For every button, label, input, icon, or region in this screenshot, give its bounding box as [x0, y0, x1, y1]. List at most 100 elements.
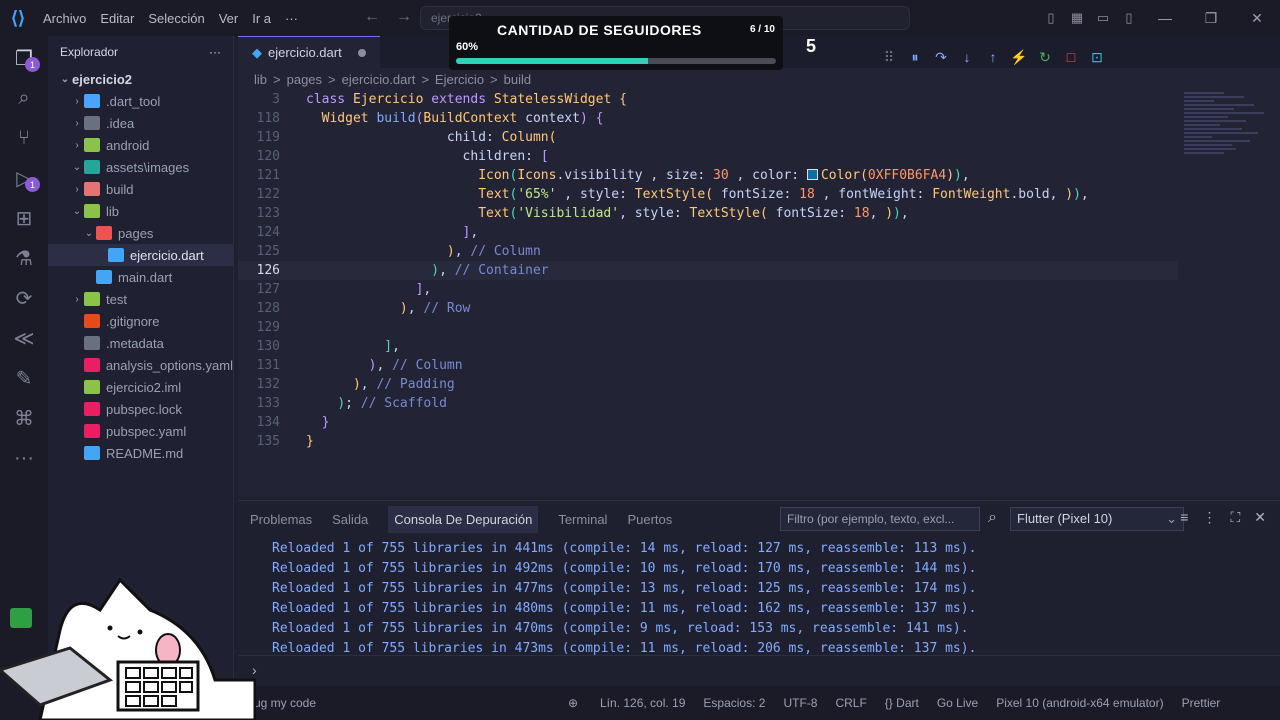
close-window-icon[interactable]: ✕ [1234, 10, 1280, 27]
code-line[interactable]: 3 class Ejercicio extends StatelessWidget… [238, 90, 1178, 109]
back-arrow-icon[interactable]: ← [364, 8, 380, 26]
tree-item[interactable]: .gitignore [48, 310, 233, 332]
wrap-icon[interactable]: ≡ [1180, 509, 1188, 526]
maximize-icon[interactable]: ⛶ [1230, 509, 1240, 526]
workspace-root[interactable]: ⌄ ejercicio2 [48, 68, 233, 90]
breadcrumb-item[interactable]: pages [287, 72, 322, 87]
code-line[interactable]: 127 ], [238, 280, 1178, 299]
code-line[interactable]: 126 ), // Container [238, 261, 1178, 280]
tree-item[interactable]: ejercicio.dart [48, 244, 233, 266]
tree-item[interactable]: › build [48, 178, 233, 200]
code-line[interactable]: 131 ), // Column [238, 356, 1178, 375]
code-line[interactable]: 123 Text('Visibilidad', style: TextStyle… [238, 204, 1178, 223]
step-into-icon[interactable]: ↓ [956, 49, 978, 65]
menu-item[interactable]: Selección [141, 11, 211, 26]
breadcrumb-item[interactable]: Ejercicio [435, 72, 484, 87]
panel-tab[interactable]: Problemas [250, 512, 312, 527]
flutter-icon[interactable]: ≪ [0, 318, 48, 358]
minimize-icon[interactable]: — [1142, 10, 1188, 26]
code-line[interactable]: 128 ), // Row [238, 299, 1178, 318]
breadcrumb-item[interactable]: ejercicio.dart [342, 72, 416, 87]
menu-item[interactable]: Ir a [245, 11, 278, 26]
status-item[interactable]: Go Live [937, 696, 978, 710]
restore-icon[interactable]: ❐ [1188, 10, 1234, 27]
code-view[interactable]: 3 class Ejercicio extends StatelessWidget… [238, 90, 1178, 451]
breadcrumb-item[interactable]: build [504, 72, 531, 87]
extensions-icon[interactable]: ⊞ [0, 198, 48, 238]
minimap[interactable] [1184, 90, 1280, 290]
step-over-icon[interactable]: ↷ [930, 49, 952, 66]
status-item[interactable]: CRLF [835, 696, 866, 710]
menu-item[interactable]: Ver [212, 11, 246, 26]
filter-input[interactable]: Filtro (por ejemplo, texto, excl... [780, 507, 980, 531]
breadcrumb-item[interactable]: lib [254, 72, 267, 87]
code-line[interactable]: 122 Text('65%' , style: TextStyle( fontS… [238, 185, 1178, 204]
layout-icon[interactable]: ▦ [1064, 10, 1090, 26]
code-line[interactable]: 135} [238, 432, 1178, 451]
more-icon[interactable]: ··· [0, 438, 48, 478]
pause-icon[interactable]: ⏸ [904, 49, 926, 66]
restart-icon[interactable]: ↻ [1034, 49, 1056, 66]
tree-item[interactable]: pubspec.lock [48, 398, 233, 420]
panel-tab[interactable]: Consola De Depuración [388, 505, 539, 533]
status-item[interactable]: Espacios: 2 [703, 696, 765, 710]
tree-item[interactable]: › .idea [48, 112, 233, 134]
tab-ejercicio-dart[interactable]: ◆ ejercicio.dart [238, 36, 380, 68]
status-item[interactable]: Lín. 126, col. 19 [600, 696, 685, 710]
tree-item[interactable]: analysis_options.yaml [48, 354, 233, 376]
status-item[interactable]: Pixel 10 (android-x64 emulator) [996, 696, 1163, 710]
unsaved-dot-icon[interactable] [357, 48, 366, 57]
forward-arrow-icon[interactable]: → [396, 8, 412, 26]
menu-item[interactable]: ··· [278, 11, 305, 26]
code-line[interactable]: 124 ], [238, 223, 1178, 242]
testing-icon[interactable]: ⚗ [0, 238, 48, 278]
status-item[interactable]: {} Dart [885, 696, 919, 710]
hot-reload-icon[interactable]: ⚡ [1008, 49, 1030, 66]
menu-item[interactable]: Archivo [36, 11, 93, 26]
tree-item[interactable]: .metadata [48, 332, 233, 354]
tree-item[interactable]: › android [48, 134, 233, 156]
code-line[interactable]: 134 } [238, 413, 1178, 432]
explorer-icon[interactable]: ❐ 1 [0, 38, 48, 78]
edit-icon[interactable]: ✎ [0, 358, 48, 398]
tree-item[interactable]: ⌄ assets\images [48, 156, 233, 178]
scan-icon[interactable]: ⌘ [0, 398, 48, 438]
panel-tab[interactable]: Puertos [627, 512, 672, 527]
code-line[interactable]: 121 Icon(Icons.visibility , size: 30 , c… [238, 166, 1178, 185]
code-line[interactable]: 133 ); // Scaffold [238, 394, 1178, 413]
tree-item[interactable]: ⌄ lib [48, 200, 233, 222]
code-line[interactable]: 119 child: Column( [238, 128, 1178, 147]
code-line[interactable]: 118 Widget build(BuildContext context) { [238, 109, 1178, 128]
remote-icon[interactable]: ⟳ [0, 278, 48, 318]
drag-handle-icon[interactable]: ⠿ [878, 49, 900, 66]
close-panel-icon[interactable]: ✕ [1254, 509, 1266, 526]
source-control-icon[interactable]: ⑂ [0, 118, 48, 158]
explorer-more-icon[interactable]: ··· [209, 45, 221, 59]
toggle-sidebar-icon[interactable]: ▯ [1038, 10, 1064, 26]
devtools-icon[interactable]: ⊡ [1086, 49, 1108, 66]
tree-item[interactable]: main.dart [48, 266, 233, 288]
search-icon[interactable]: ⌕ [0, 78, 48, 118]
stop-icon[interactable]: □ [1060, 49, 1082, 65]
tree-item[interactable]: ejercicio2.iml [48, 376, 233, 398]
status-item[interactable]: UTF-8 [783, 696, 817, 710]
tree-item[interactable]: README.md [48, 442, 233, 464]
panel-tab[interactable]: Salida [332, 512, 368, 527]
run-debug-icon[interactable]: ▷ 1 [0, 158, 48, 198]
code-line[interactable]: 120 children: [ [238, 147, 1178, 166]
toggle-secondary-sidebar-icon[interactable]: ▯ [1116, 10, 1142, 26]
debug-console-input[interactable]: › [238, 655, 1280, 687]
code-line[interactable]: 130 ], [238, 337, 1178, 356]
code-line[interactable]: 129 [238, 318, 1178, 337]
tree-item[interactable]: ⌄ pages [48, 222, 233, 244]
code-line[interactable]: 132 ), // Padding [238, 375, 1178, 394]
device-select[interactable]: Flutter (Pixel 10) ⌄ [1010, 507, 1184, 531]
code-line[interactable]: 125 ), // Column [238, 242, 1178, 261]
menu-item[interactable]: Editar [93, 11, 141, 26]
panel-tab[interactable]: Terminal [558, 512, 607, 527]
tree-item[interactable]: pubspec.yaml [48, 420, 233, 442]
toggle-panel-icon[interactable]: ▭ [1090, 10, 1116, 26]
status-item[interactable]: Prettier [1182, 696, 1221, 710]
step-out-icon[interactable]: ↑ [982, 49, 1004, 65]
tree-item[interactable]: › .dart_tool [48, 90, 233, 112]
